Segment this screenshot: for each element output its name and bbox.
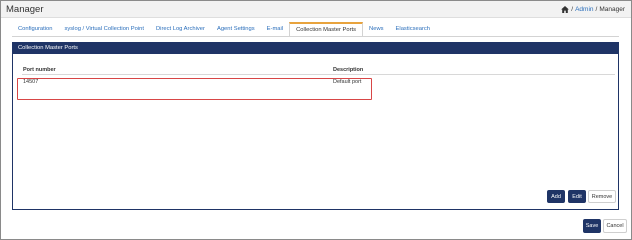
tab-syslog-virtual-collection-point[interactable]: syslog / Virtual Collection Point	[58, 22, 149, 37]
column-header-description[interactable]: Description	[333, 67, 363, 73]
top-bar: Manager / Admin / Manager	[1, 1, 631, 18]
breadcrumb-admin[interactable]: Admin	[575, 6, 593, 13]
tab-news[interactable]: News	[363, 22, 390, 37]
ports-table: Port number Description 14507 Default po…	[22, 66, 615, 87]
table-header: Port number Description	[22, 66, 615, 75]
add-button[interactable]: Add	[547, 190, 565, 203]
breadcrumb-manager: Manager	[599, 6, 625, 13]
tab-direct-log-archiver[interactable]: Direct Log Archiver	[150, 22, 211, 37]
edit-button[interactable]: Edit	[568, 190, 586, 203]
save-button[interactable]: Save	[583, 219, 601, 233]
home-icon[interactable]	[561, 6, 570, 13]
breadcrumb-separator: /	[571, 6, 574, 13]
tab-divider	[12, 36, 619, 37]
tab-elasticsearch[interactable]: Elasticsearch	[390, 22, 436, 37]
breadcrumb-separator: /	[595, 6, 598, 13]
panel-title: Collection Master Ports	[13, 43, 618, 54]
column-header-port-number[interactable]: Port number	[23, 67, 56, 73]
page-title: Manager	[6, 4, 44, 15]
cancel-button[interactable]: Cancel	[603, 219, 627, 233]
remove-button[interactable]: Remove	[588, 190, 616, 203]
cell-description: Default port	[333, 79, 362, 85]
tab-configuration[interactable]: Configuration	[12, 22, 58, 37]
tab-agent-settings[interactable]: Agent Settings	[211, 22, 261, 37]
breadcrumb: / Admin / Manager	[561, 6, 625, 13]
collection-master-ports-panel: Collection Master Ports Port number Desc…	[12, 42, 619, 210]
cell-port-number: 14507	[23, 79, 39, 85]
tab-collection-master-ports[interactable]: Collection Master Ports	[289, 22, 364, 37]
table-row[interactable]: 14507 Default port	[22, 75, 615, 87]
tab-bar: Configuration syslog / Virtual Collectio…	[12, 22, 436, 37]
tab-email[interactable]: E-mail	[261, 22, 289, 37]
